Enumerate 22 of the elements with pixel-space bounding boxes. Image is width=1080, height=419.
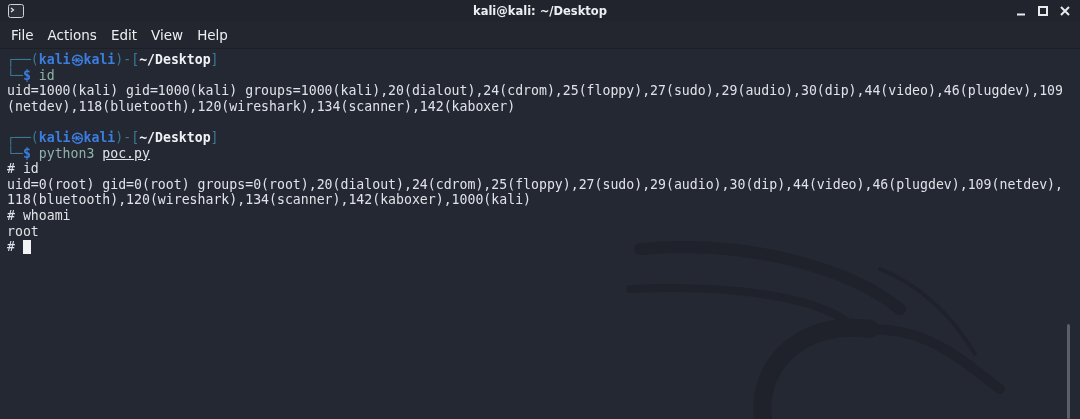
output-line: # <box>7 239 31 255</box>
close-icon[interactable] <box>1060 6 1070 16</box>
menu-item[interactable]: File <box>4 24 41 46</box>
menu-item[interactable]: Actions <box>40 24 104 46</box>
output-line: (netdev),118(bluetooth),120(wireshark),134(scanner),142(kaboxer) <box>7 98 516 115</box>
prompt-line: ┌──(kali㉿kali)-[~/Desktop] <box>7 52 219 68</box>
command-line: └─$ id <box>7 67 55 84</box>
menu-item[interactable]: Help <box>190 24 235 46</box>
output-line: root <box>7 223 39 240</box>
command-line: └─$ python3 poc.py <box>7 145 150 162</box>
output-line: # id <box>7 161 39 177</box>
output-line: # whoami <box>7 207 71 224</box>
output-line: uid=1000(kali) gid=1000(kali) groups=1000(kali),20(dialout),24(cdrom),25(floppy),27(sudo),29(audio),30(dip),44(video),46(plugdev),109 <box>7 83 1063 99</box>
window-title: kali@kali: ~/Desktop <box>472 4 608 18</box>
maximize-icon[interactable] <box>1038 6 1048 16</box>
prompt-line: ┌──(kali㉿kali)-[~/Desktop] <box>7 129 219 146</box>
scrollbar[interactable] <box>1067 324 1070 419</box>
menu-item[interactable]: View <box>144 24 191 46</box>
terminal-icon <box>8 4 24 18</box>
menu-item[interactable]: Edit <box>103 24 145 46</box>
output-line: uid=0(root) gid=0(root) groups=0(root),20(dialout),24(cdrom),25(floppy),27(sudo),29(audio),30(dip),44(video),46(plugdev),109(netdev), <box>7 176 1063 193</box>
output-line: 118(bluetooth),120(wireshark),134(scanner),142(kaboxer),1000(kali) <box>7 192 531 208</box>
